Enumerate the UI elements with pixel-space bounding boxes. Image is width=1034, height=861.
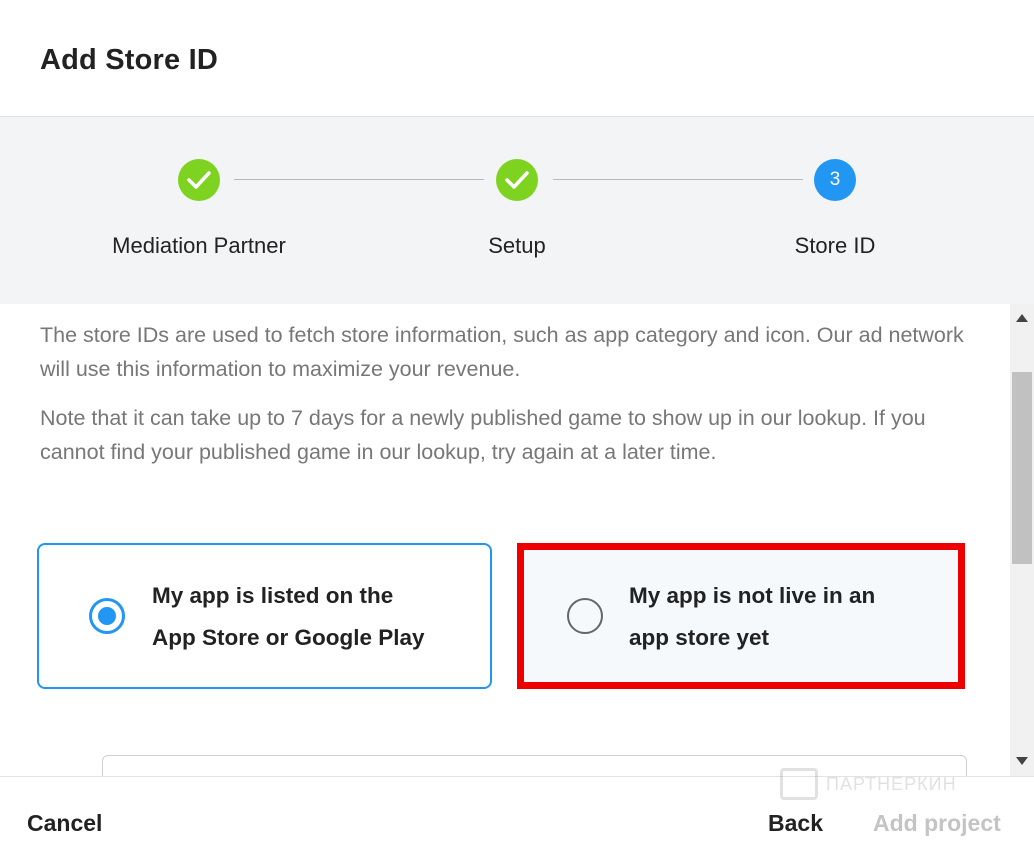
stepper: 3 Mediation Partner Setup Store ID bbox=[0, 117, 1034, 304]
back-button[interactable]: Back bbox=[768, 810, 823, 837]
step-connector-1 bbox=[234, 179, 484, 180]
option-listed-label: My app is listed on the App Store or Goo… bbox=[152, 583, 425, 650]
dialog-content: The store IDs are used to fetch store in… bbox=[0, 304, 1010, 776]
option-not-live[interactable]: My app is not live in an app store yet bbox=[517, 543, 965, 689]
step-1-check-icon bbox=[178, 159, 220, 201]
watermark-text: ПАРТНЕРКИН bbox=[826, 773, 957, 794]
radio-unselected-icon[interactable] bbox=[567, 598, 603, 634]
cancel-button[interactable]: Cancel bbox=[27, 810, 102, 837]
option-not-live-label: My app is not live in an app store yet bbox=[629, 583, 876, 650]
checkmark-icon bbox=[187, 171, 211, 189]
scroll-up-arrow-icon[interactable] bbox=[1016, 314, 1028, 322]
store-id-description: The store IDs are used to fetch store in… bbox=[40, 323, 964, 381]
scroll-down-arrow-icon[interactable] bbox=[1016, 757, 1028, 765]
option-listed-in-store[interactable]: My app is listed on the App Store or Goo… bbox=[37, 543, 492, 689]
step-label-setup: Setup bbox=[488, 233, 546, 258]
lookup-delay-note: Note that it can take up to 7 days for a… bbox=[40, 406, 926, 464]
content-scrollbar[interactable] bbox=[1010, 304, 1034, 776]
watermark: ПАРТНЕРКИН bbox=[780, 768, 957, 800]
dialog-header: Add Store ID bbox=[0, 0, 1034, 117]
add-project-button[interactable]: Add project bbox=[873, 810, 1001, 837]
step-label-store-id: Store ID bbox=[794, 233, 876, 258]
step-label-mediation-partner: Mediation Partner bbox=[112, 233, 286, 258]
chat-bubble-icon bbox=[780, 768, 818, 800]
radio-selected-icon[interactable] bbox=[89, 598, 125, 634]
step-3-number: 3 bbox=[814, 159, 856, 201]
step-connector-2 bbox=[553, 179, 803, 180]
dialog-title: Add Store ID bbox=[40, 44, 219, 76]
checkmark-icon bbox=[505, 171, 529, 189]
step-2-check-icon bbox=[496, 159, 538, 201]
scroll-thumb[interactable] bbox=[1012, 372, 1032, 564]
